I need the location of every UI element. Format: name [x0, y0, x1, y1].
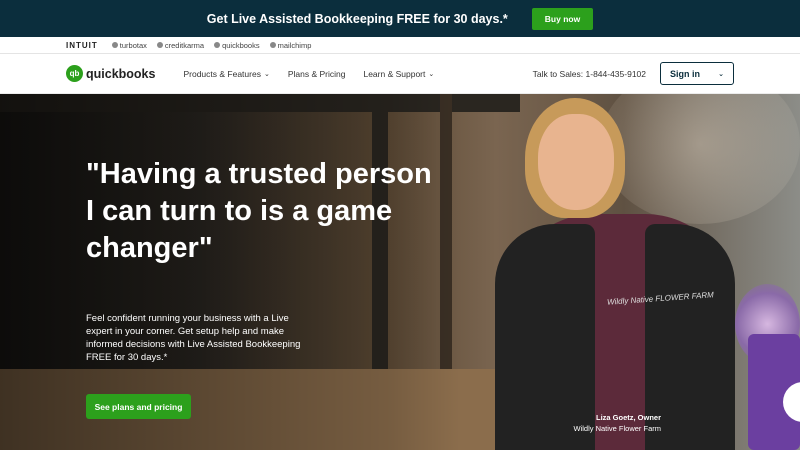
logo-text: quickbooks	[86, 66, 156, 81]
qb-logo-icon: qb	[66, 65, 83, 82]
nav-plans-pricing[interactable]: Plans & Pricing	[288, 69, 346, 79]
talk-to-sales-phone[interactable]: Talk to Sales: 1-844-435-9102	[533, 69, 646, 79]
hero-headline: "Having a trusted person I can turn to i…	[86, 158, 432, 264]
sign-in-button[interactable]: Sign in ⌄	[660, 62, 734, 85]
hero-subtext: Feel confident running your business wit…	[86, 313, 301, 363]
hero-section: Wildly Native FLOWER FARM "Having a trus…	[0, 94, 800, 450]
buy-now-button[interactable]: Buy now	[531, 7, 594, 30]
hero-person-image: Wildly Native FLOWER FARM	[495, 94, 755, 450]
turbotax-icon	[111, 42, 118, 48]
nav-products-features[interactable]: Products & Features ⌄	[183, 69, 269, 79]
nav-learn-support[interactable]: Learn & Support ⌄	[363, 69, 434, 79]
intuit-logo[interactable]: INTUIT	[66, 41, 98, 50]
quickbooks-icon	[214, 42, 221, 48]
see-plans-pricing-button[interactable]: See plans and pricing	[86, 394, 191, 419]
creditkarma-icon	[156, 42, 163, 48]
brand-quickbooks[interactable]: quickbooks	[214, 41, 260, 50]
mailchimp-icon	[269, 42, 276, 48]
caption-company: Wildly Native Flower Farm	[573, 424, 661, 433]
brand-mailchimp[interactable]: mailchimp	[269, 41, 311, 50]
hero-overlay	[0, 94, 460, 450]
chevron-down-icon: ⌄	[718, 70, 724, 78]
promo-text: Get Live Assisted Bookkeeping FREE for 3…	[206, 11, 508, 26]
intuit-brand-bar: INTUIT turbotax creditkarma quickbooks m…	[0, 37, 800, 54]
photo-caption: Liza Goetz, Owner Wildly Native Flower F…	[566, 412, 661, 434]
chevron-down-icon: ⌄	[263, 70, 270, 78]
brand-turbotax[interactable]: turbotax	[111, 41, 147, 50]
chevron-down-icon: ⌄	[428, 70, 435, 78]
quickbooks-logo[interactable]: qb quickbooks	[66, 65, 155, 82]
promo-banner: Get Live Assisted Bookkeeping FREE for 3…	[0, 0, 800, 37]
main-nav: qb quickbooks Products & Features ⌄ Plan…	[0, 54, 800, 94]
caption-name: Liza Goetz, Owner	[595, 413, 661, 422]
brand-creditkarma[interactable]: creditkarma	[156, 41, 204, 50]
